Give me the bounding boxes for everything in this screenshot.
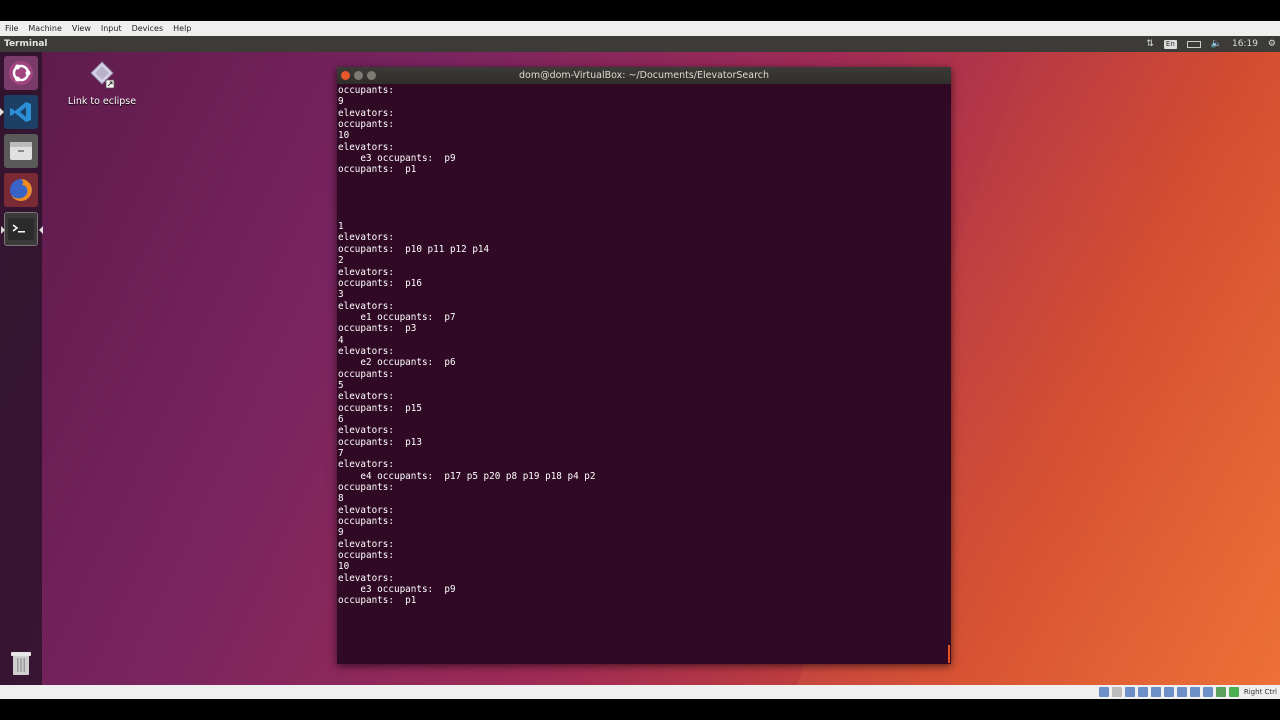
video-capture-icon[interactable] (1189, 687, 1200, 697)
clock[interactable]: 16:19 (1232, 39, 1258, 49)
optical-drive-icon[interactable] (1111, 687, 1122, 697)
top-panel: Terminal ⇅ En 🔈 16:19 ⚙ (0, 36, 1280, 52)
terminal-line: occupants: p15 (338, 402, 422, 414)
terminal-line: e1 occupants: p7 (338, 311, 456, 323)
virtualbox-menu-bar: File Machine View Input Devices Help (0, 21, 1280, 36)
running-indicator (1, 226, 5, 234)
power-gear-icon[interactable]: ⚙ (1268, 39, 1276, 49)
terminal-icon[interactable] (1, 212, 43, 246)
launcher (0, 52, 43, 685)
ubuntu-dash-icon[interactable] (4, 56, 38, 90)
menu-machine[interactable]: Machine (23, 24, 67, 33)
terminal-line: occupants: p1 (338, 164, 417, 176)
running-indicator (0, 108, 4, 116)
terminal-line: occupants: (338, 119, 394, 131)
terminal-line: 4 (338, 334, 344, 346)
shared-folders-icon[interactable] (1163, 687, 1174, 697)
terminal-line: 2 (338, 255, 344, 267)
host-key-label: Right Ctrl (1243, 688, 1277, 696)
terminal-line: elevators: (338, 459, 394, 471)
firefox-icon[interactable] (4, 173, 38, 207)
desktop-shortcut-eclipse[interactable]: Link to eclipse (66, 60, 138, 107)
indicator-area: ⇅ En 🔈 16:19 ⚙ (1146, 36, 1276, 52)
active-app-name: Terminal (4, 39, 48, 49)
terminal-line: elevators: (338, 300, 394, 312)
terminal-line: elevators: (338, 391, 394, 403)
letterbox-top (0, 0, 1280, 21)
keyboard-layout-indicator[interactable]: En (1163, 39, 1177, 49)
terminal-line: e3 occupants: p9 (338, 153, 456, 165)
terminal-line: 10 (338, 561, 350, 573)
hard-disk-icon[interactable] (1098, 687, 1109, 697)
terminal-line: elevators: (338, 345, 394, 357)
terminal-line: occupants: p16 (338, 277, 422, 289)
terminal-line: e2 occupants: p6 (338, 357, 456, 369)
terminal-output[interactable]: occupants: 9 elevators: occupants: 10 elevato… (338, 84, 950, 664)
terminal-line: occupants: p3 (338, 323, 417, 335)
terminal-line: occupants: (338, 482, 394, 494)
terminal-line: occupants: p10 p11 p12 p14 (338, 243, 490, 255)
menu-view[interactable]: View (67, 24, 96, 33)
battery-icon[interactable] (1186, 40, 1201, 48)
terminal-line: occupants: (338, 368, 394, 380)
window-title: dom@dom-VirtualBox: ~/Documents/Elevator… (518, 70, 770, 81)
terminal-line: elevators: (338, 232, 394, 244)
menu-file[interactable]: File (0, 24, 23, 33)
terminal-line: 9 (338, 96, 344, 108)
menu-devices[interactable]: Devices (127, 24, 169, 33)
terminal-window[interactable]: dom@dom-VirtualBox: ~/Documents/Elevator… (337, 67, 951, 664)
terminal-line: elevators: (338, 572, 394, 584)
terminal-line: occupants: (338, 85, 394, 96)
menu-help[interactable]: Help (168, 24, 196, 33)
terminal-line: elevators: (338, 425, 394, 437)
terminal-line: 10 (338, 130, 350, 142)
terminal-line: 8 (338, 493, 344, 505)
terminal-line: 6 (338, 413, 344, 425)
terminal-line: elevators: (338, 538, 394, 550)
terminal-line: 3 (338, 289, 344, 301)
letterbox-bottom (0, 699, 1280, 720)
terminal-line: occupants: p1 (338, 595, 417, 607)
trash-icon[interactable] (4, 646, 38, 680)
virtualbox-status-bar: Right Ctrl (0, 685, 1280, 699)
terminal-line: 5 (338, 379, 344, 391)
terminal-line: 9 (338, 527, 344, 539)
terminal-line: e3 occupants: p9 (338, 584, 456, 596)
terminal-line: 7 (338, 448, 344, 459)
network-adapter-icon[interactable] (1137, 687, 1148, 697)
menu-input[interactable]: Input (96, 24, 127, 33)
focused-indicator (39, 226, 43, 234)
guest-additions-icon[interactable] (1228, 687, 1239, 697)
usb-icon[interactable] (1150, 687, 1161, 697)
terminal-scroll-indicator (948, 645, 950, 663)
terminal-line: occupants: (338, 550, 394, 562)
network-icon[interactable]: ⇅ (1146, 39, 1154, 49)
audio-icon[interactable] (1124, 687, 1135, 697)
vscode-icon[interactable] (0, 95, 38, 129)
terminal-line: occupants: (338, 516, 394, 528)
terminal-line: 1 (338, 221, 344, 233)
eclipse-link-icon (90, 61, 115, 89)
terminal-line: elevators: (338, 141, 394, 153)
desktop-shortcut-label: Link to eclipse (67, 96, 137, 107)
volume-icon[interactable]: 🔈 (1211, 39, 1222, 49)
terminal-line: occupants: p13 (338, 436, 422, 448)
mouse-integration-icon[interactable] (1202, 687, 1213, 697)
file-manager-icon[interactable] (4, 134, 38, 168)
terminal-line: elevators: (338, 504, 394, 516)
cpu-icon[interactable] (1215, 687, 1226, 697)
display-icon[interactable] (1176, 687, 1187, 697)
terminal-line: elevators: (338, 107, 394, 119)
terminal-line: elevators: (338, 266, 394, 278)
terminal-titlebar[interactable]: dom@dom-VirtualBox: ~/Documents/Elevator… (337, 67, 951, 84)
terminal-line: e4 occupants: p17 p5 p20 p8 p19 p18 p4 p… (338, 470, 596, 482)
